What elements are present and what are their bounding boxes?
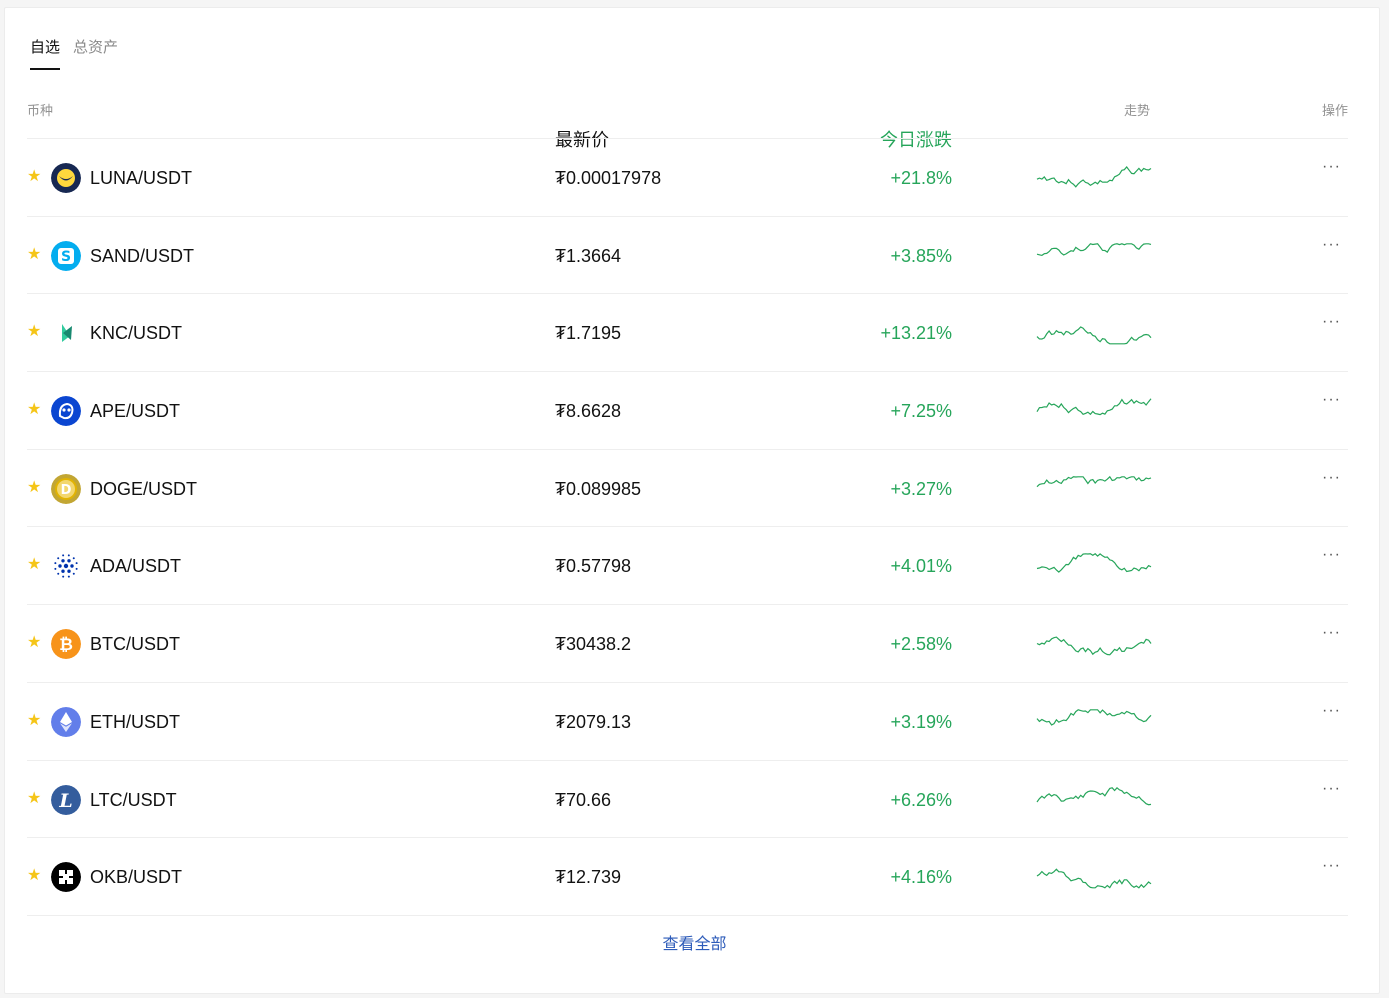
last-price: ₮2079.13 (555, 711, 632, 732)
table-header: 币种 最新价 今日涨跌 走势 操作 (27, 101, 1348, 150)
favorite-star-icon[interactable]: ★ (27, 868, 43, 884)
knc-icon (51, 318, 81, 349)
table-row[interactable]: ★ LUNA/USDT ₮0.00017978 +21.8% ··· (27, 139, 1348, 217)
tab-total-assets[interactable]: 总资产 (73, 38, 118, 78)
more-actions-button[interactable]: ··· (1322, 236, 1341, 253)
btc-icon: ₿ (51, 629, 81, 660)
favorite-star-icon[interactable]: ★ (27, 557, 43, 573)
favorite-star-icon[interactable]: ★ (27, 790, 43, 807)
more-actions-button[interactable]: ··· (1322, 159, 1341, 175)
pair-name[interactable]: KNC/USDT (90, 322, 182, 344)
daily-change: +3.85% (890, 245, 952, 266)
daily-change: +7.25% (890, 401, 952, 422)
daily-change: +21.8% (890, 168, 952, 188)
more-actions-button[interactable]: ··· (1322, 469, 1341, 486)
luna-icon (51, 163, 81, 193)
trend-sparkline (1036, 549, 1152, 581)
last-price: ₮12.739 (555, 867, 622, 888)
more-actions-button[interactable]: ··· (1322, 625, 1341, 641)
daily-change: +13.21% (880, 323, 952, 344)
last-price: ₮8.6628 (555, 401, 622, 422)
table-row[interactable]: ★ L LTC/USDT ₮70.66 +6.26% ··· (27, 761, 1348, 839)
pair-name[interactable]: BTC/USDT (90, 633, 180, 655)
trend-sparkline (1036, 705, 1152, 737)
table-row[interactable]: ★ OKB/USDT ₮12.739 +4.16% ··· (27, 838, 1348, 916)
favorite-star-icon[interactable]: ★ (27, 712, 43, 729)
doge-icon: D (51, 473, 81, 504)
trend-sparkline (1036, 472, 1152, 504)
favorite-star-icon[interactable]: ★ (27, 246, 43, 263)
last-price: ₮0.089985 (555, 478, 642, 499)
ltc-icon: L (51, 784, 81, 815)
daily-change: +3.27% (890, 478, 952, 499)
tab-bar: 自选 总资产 (30, 38, 118, 78)
trend-sparkline (1036, 860, 1152, 892)
trend-sparkline (1036, 394, 1152, 426)
trend-sparkline (1036, 627, 1152, 659)
ada-icon (51, 551, 81, 582)
column-header-actions: 操作 (1321, 103, 1348, 118)
table-row[interactable]: ★ ADA/USDT ₮0.57798 +4.01% ··· (27, 527, 1348, 606)
view-all-link[interactable]: 查看全部 (0, 935, 1389, 955)
more-actions-button[interactable]: ··· (1322, 780, 1341, 797)
last-price: ₮30438.2 (555, 634, 632, 655)
table-row[interactable]: ★ D DOGE/USDT ₮0.089985 +3.27% ··· (27, 450, 1348, 528)
table-row[interactable]: ★ KNC/USDT ₮1.7195 +13.21% ··· (27, 294, 1348, 373)
last-price: ₮0.57798 (555, 556, 632, 577)
ape-icon (51, 396, 81, 427)
table-row[interactable]: ★ S SAND/USDT ₮1.3664 +3.85% ··· (27, 217, 1348, 295)
daily-change: +4.16% (890, 867, 952, 888)
trend-sparkline (1036, 783, 1152, 815)
market-table: ★ LUNA/USDT ₮0.00017978 +21.8% ··· ★ S S… (27, 139, 1348, 916)
more-actions-button[interactable]: ··· (1322, 547, 1341, 563)
more-actions-button[interactable]: ··· (1322, 858, 1341, 874)
pair-name[interactable]: SAND/USDT (90, 245, 194, 267)
sand-icon: S (51, 240, 81, 271)
svg-text:L: L (58, 790, 72, 812)
eth-icon (51, 706, 81, 737)
table-row[interactable]: ★ APE/USDT ₮8.6628 +7.25% ··· (27, 372, 1348, 450)
tab-favorites[interactable]: 自选 (30, 38, 61, 78)
pair-name[interactable]: OKB/USDT (90, 866, 182, 888)
pair-name[interactable]: ETH/USDT (90, 711, 180, 733)
trend-sparkline (1036, 316, 1152, 348)
svg-text:D: D (61, 483, 72, 498)
trend-sparkline (1036, 161, 1152, 193)
favorite-star-icon[interactable]: ★ (27, 479, 43, 496)
daily-change: +6.26% (890, 789, 952, 810)
table-row[interactable]: ★ ₿ BTC/USDT ₮30438.2 +2.58% ··· (27, 605, 1348, 683)
pair-name[interactable]: DOGE/USDT (90, 478, 197, 500)
svg-text:S: S (61, 249, 71, 265)
table-row[interactable]: ★ ETH/USDT ₮2079.13 +3.19% ··· (27, 683, 1348, 761)
daily-change: +4.01% (890, 556, 952, 577)
daily-change: +2.58% (890, 634, 952, 655)
last-price: ₮1.7195 (555, 323, 622, 344)
more-actions-button[interactable]: ··· (1322, 392, 1341, 408)
svg-text:₿: ₿ (59, 635, 73, 655)
favorite-star-icon[interactable]: ★ (27, 324, 43, 340)
okb-icon (51, 862, 81, 893)
pair-name[interactable]: APE/USDT (90, 400, 180, 422)
more-actions-button[interactable]: ··· (1322, 702, 1341, 719)
favorite-star-icon[interactable]: ★ (27, 635, 43, 651)
column-header-trend: 走势 (1123, 103, 1150, 118)
column-header-coin: 币种 (27, 103, 54, 118)
favorite-star-icon[interactable]: ★ (27, 169, 43, 185)
pair-name[interactable]: LTC/USDT (90, 789, 177, 811)
last-price: ₮1.3664 (555, 245, 622, 266)
last-price: ₮0.00017978 (555, 168, 662, 188)
daily-change: +3.19% (890, 711, 952, 732)
last-price: ₮70.66 (555, 789, 612, 810)
trend-sparkline (1036, 239, 1152, 271)
pair-name[interactable]: ADA/USDT (90, 555, 181, 577)
pair-name[interactable]: LUNA/USDT (90, 167, 192, 189)
more-actions-button[interactable]: ··· (1322, 314, 1341, 330)
favorite-star-icon[interactable]: ★ (27, 402, 43, 418)
